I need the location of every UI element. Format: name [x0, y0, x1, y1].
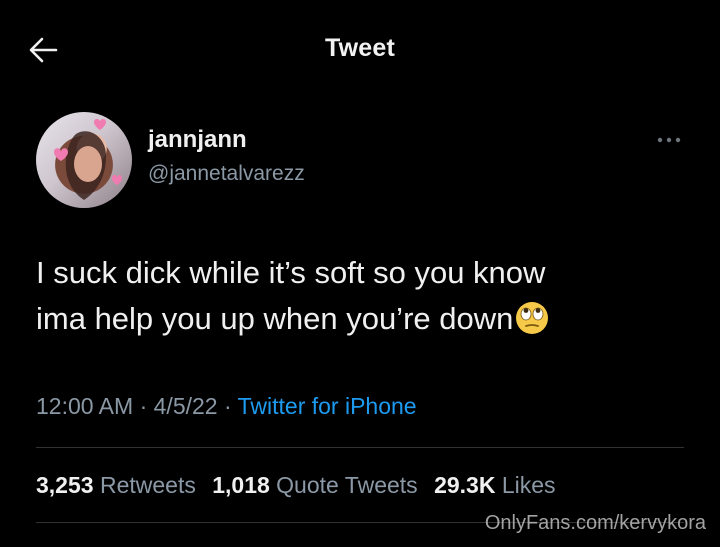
page-title: Tweet	[325, 34, 395, 62]
likes-label: Likes	[501, 472, 556, 498]
user-handle[interactable]: @jannetalvarezz	[148, 162, 305, 186]
quote-tweets-label: Quote Tweets	[276, 472, 418, 498]
tweet-source-link[interactable]: Twitter for iPhone	[238, 393, 417, 419]
retweets-stat[interactable]: 3,253 Retweets	[36, 472, 196, 498]
quote-tweets-count: 1,018	[212, 472, 270, 498]
tweet-stats: 3,253 Retweets 1,018 Quote Tweets 29.3K …	[36, 472, 566, 499]
tweet-text-line-1: I suck dick while it’s soft so you know	[36, 255, 546, 290]
top-bar: Tweet	[0, 0, 720, 100]
quote-tweets-stat[interactable]: 1,018 Quote Tweets	[212, 472, 417, 498]
meta-separator: ·	[133, 393, 154, 419]
tweet-metadata: 12:00 AM · 4/5/22 · Twitter for iPhone	[36, 393, 417, 420]
likes-count: 29.3K	[434, 472, 496, 498]
tweet-time[interactable]: 12:00 AM	[36, 393, 133, 419]
retweets-count: 3,253	[36, 472, 94, 498]
more-options-icon[interactable]	[656, 134, 682, 146]
tweet-date[interactable]: 4/5/22	[154, 393, 218, 419]
tweet-text-line-2-text: ima help you up when you’re down	[36, 301, 514, 336]
meta-separator: ·	[217, 393, 238, 419]
watermark: OnlyFans.com/kervykora	[484, 512, 706, 534]
rolling-eyes-emoji-icon	[516, 302, 549, 334]
display-name[interactable]: jannjann	[148, 126, 247, 154]
avatar-hearts-icon	[54, 119, 122, 200]
tweet-author: jannjann @jannetalvarezz	[0, 100, 720, 220]
retweets-label: Retweets	[99, 472, 196, 498]
avatar[interactable]	[36, 112, 132, 208]
tweet-text: I suck dick while it’s soft so you know …	[36, 250, 696, 342]
divider	[36, 447, 684, 448]
tweet-text-line-2: ima help you up when you’re down	[36, 296, 696, 342]
likes-stat[interactable]: 29.3K Likes	[434, 472, 555, 498]
